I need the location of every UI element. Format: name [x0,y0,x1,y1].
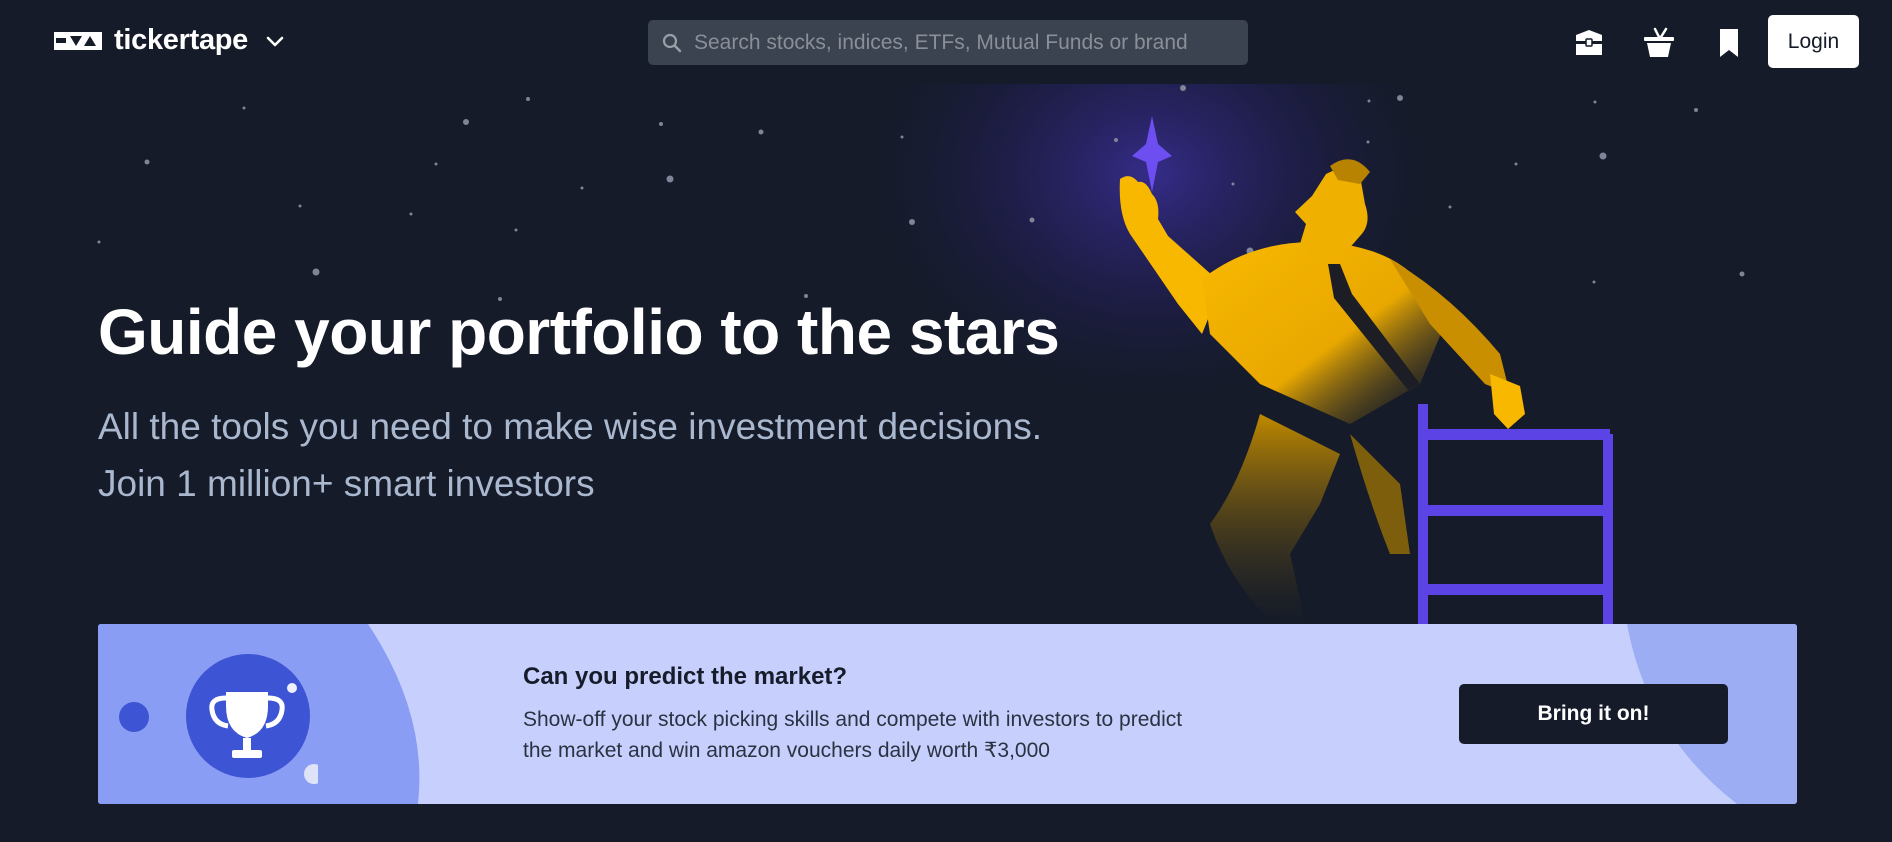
trophy-icon [119,654,318,784]
hero-subtitle-line-2: Join 1 million+ smart investors [98,463,595,504]
banner-description: Show-off your stock picking skills and c… [523,708,1183,762]
bring-it-on-button[interactable]: Bring it on! [1459,684,1728,744]
hero-title: Guide your portfolio to the stars [98,296,1060,368]
tickertape-logo-icon [54,31,102,50]
bookmark-icon[interactable] [1712,26,1746,60]
prediction-banner: Can you predict the market? Show-off you… [98,624,1797,804]
basket-icon[interactable] [1642,26,1676,60]
banner-title: Can you predict the market? [523,663,848,690]
hero-subtitle: All the tools you need to make wise inve… [98,398,1042,512]
search-input[interactable] [682,30,1248,55]
briefcase-icon[interactable] [1572,26,1606,60]
brand-name: tickertape [114,24,249,56]
top-nav: tickertape Login [0,0,1892,84]
login-button[interactable]: Login [1768,15,1859,68]
hero-illustration [1119,116,1613,625]
chevron-down-icon[interactable] [264,32,286,52]
search-bar[interactable] [648,20,1248,65]
search-icon [662,33,682,52]
hero-subtitle-line-1: All the tools you need to make wise inve… [98,406,1042,447]
brand-logo[interactable]: tickertape [54,24,248,57]
